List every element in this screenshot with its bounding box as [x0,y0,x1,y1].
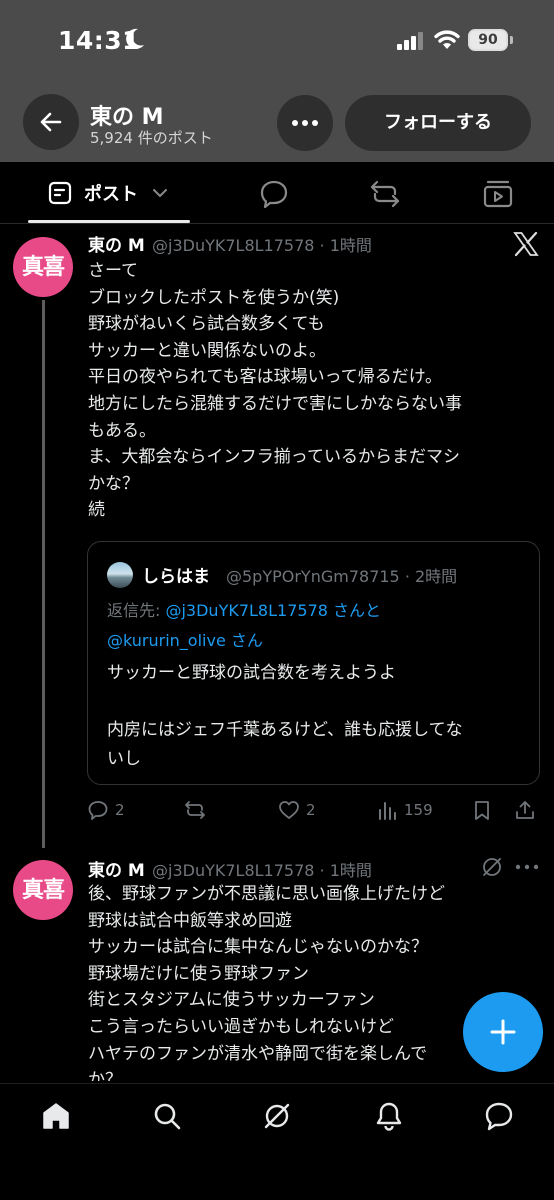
more-options-button[interactable] [277,95,333,151]
bottom-navigation [0,1083,554,1200]
share-icon [516,801,534,819]
quoted-author-handle[interactable]: @5pYPOrYnGm78715 · 2時間 [226,563,457,587]
post-author-name[interactable]: 東の M [88,231,145,256]
compose-button[interactable] [463,992,543,1072]
more-horizontal-icon[interactable] [514,855,540,879]
posts-tab-icon [48,181,72,205]
views-icon [379,802,396,820]
x-logo-icon [513,231,539,257]
battery-indicator: 90 [468,29,508,51]
reply-count: 2 [115,801,125,819]
grok-icon[interactable] [480,855,504,879]
moon-icon [126,28,144,49]
back-button[interactable] [23,94,79,150]
mention-link[interactable]: @j3DuYK7L8L17578 さんと [165,601,381,620]
avatar[interactable]: 真喜 [13,860,73,920]
tab-reposts[interactable] [369,178,401,210]
thread-connector-line [42,300,45,848]
plus-icon [490,1019,516,1045]
reply-to-prefix: 返信先: [107,601,166,620]
views-button[interactable]: 159 [376,796,433,824]
bookmark-button[interactable] [471,796,493,824]
mention-link[interactable]: @kururin_olive さん [107,631,263,650]
share-button[interactable] [514,796,536,824]
tab-posts[interactable]: ポスト [28,162,190,224]
signal-icon [397,32,423,50]
post-actions: 2 2 159 [87,796,537,824]
post-count: 5,924 件のポスト [90,129,213,147]
tab-posts-label: ポスト [84,184,138,205]
search-icon[interactable] [152,1101,182,1131]
view-count: 159 [404,801,433,819]
like-count: 2 [306,801,316,819]
tab-active-indicator [28,220,190,223]
reply-icon [88,801,108,820]
avatar[interactable]: 真喜 [13,237,73,297]
timeline-tabs: ポスト [0,162,554,224]
chevron-down-icon [153,189,167,198]
heart-icon [279,801,299,819]
quoted-author-name[interactable]: しらはま [142,562,210,587]
profile-header-area: 14:31 90 東の M 5,924 件のポスト フォローする [0,0,554,162]
post-text: さーて ブロックしたポストを使うか(笑) 野球がねいくら試合数多くても サッカー… [88,261,462,521]
wifi-icon [434,30,460,49]
battery-nub [510,36,513,44]
status-bar: 14:31 90 [0,0,554,86]
repost-button[interactable] [184,796,206,824]
bookmark-icon [475,801,489,820]
home-icon[interactable] [41,1101,71,1131]
follow-button[interactable]: フォローする [345,95,531,151]
reply-button[interactable]: 2 [87,796,125,824]
reply-to-line: 返信先: @j3DuYK7L8L17578 さんと @kururin_olive… [107,596,381,656]
post-author-name[interactable]: 東の M [88,856,145,881]
like-button[interactable]: 2 [278,796,316,824]
tab-replies[interactable] [258,178,290,210]
arrow-left-icon [40,112,62,132]
grok-icon[interactable] [262,1101,292,1131]
bell-icon[interactable] [374,1101,404,1131]
repost-icon [185,801,205,819]
messages-icon[interactable] [484,1101,514,1131]
post-author-handle[interactable]: @j3DuYK7L8L17578 · 1時間 [152,232,372,256]
tab-media[interactable] [482,178,514,210]
more-horizontal-icon [292,120,318,126]
quoted-post[interactable]: しらはま @5pYPOrYnGm78715 · 2時間 返信先: @j3DuYK… [87,541,540,785]
quoted-text: サッカーと野球の試合数を考えようよ 内房にはジェフ千葉あるけど、誰も応援してな … [107,663,463,769]
post-author-handle[interactable]: @j3DuYK7L8L17578 · 1時間 [152,857,372,881]
quoted-avatar[interactable] [107,562,133,588]
